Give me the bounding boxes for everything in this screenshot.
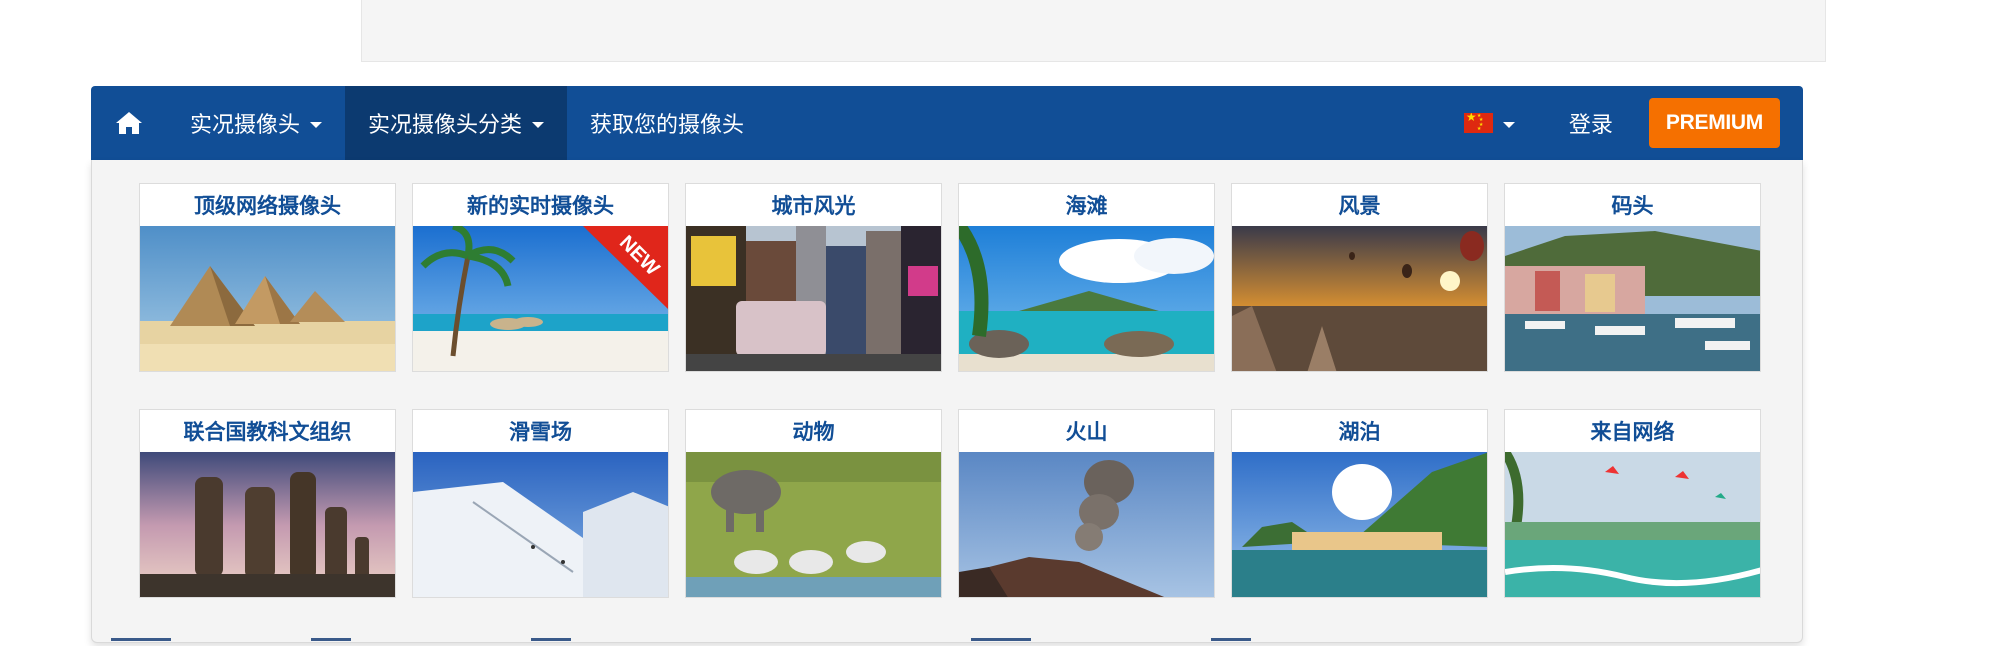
category-tile-new-webcams[interactable]: 新的实时摄像头 NEW: [412, 183, 669, 372]
categories-dropdown: 顶级网络摄像头 新的实时摄像头 NEW 城市风光 海滩 风景 码头 联合国教科文…: [91, 160, 1803, 643]
category-grid: 顶级网络摄像头 新的实时摄像头 NEW 城市风光 海滩 风景 码头 联合国教科文…: [139, 183, 1761, 598]
premium-button[interactable]: PREMIUM: [1648, 98, 1780, 148]
chinese-flag-icon: ★ ★ ★ ★ ★: [1463, 113, 1493, 133]
category-tile-volcano[interactable]: 火山: [958, 409, 1215, 598]
category-title: 来自网络: [1590, 420, 1675, 444]
top-banner-area: [361, 0, 1826, 62]
beach-image: [959, 226, 1214, 371]
category-title: 海滩: [1065, 194, 1108, 218]
chevron-down-icon: [1502, 121, 1515, 128]
chevron-down-icon: [532, 121, 545, 128]
main-navbar: 实况摄像头 实况摄像头分类 获取您的摄像头 ★ ★ ★ ★ ★ 登录 PREMI…: [91, 86, 1803, 160]
background-page-fragment: [111, 638, 1251, 641]
category-tile-ski-resort[interactable]: 滑雪场: [412, 409, 669, 598]
chevron-down-icon: [310, 121, 323, 128]
nav-live-webcams[interactable]: 实况摄像头: [167, 86, 345, 160]
safari-animals-image: [686, 452, 941, 597]
landscape-balloons-image: [1232, 226, 1487, 371]
home-button[interactable]: [91, 86, 167, 160]
volcano-image: [959, 452, 1214, 597]
category-title: 火山: [1065, 420, 1108, 444]
category-title: 湖泊: [1338, 420, 1381, 444]
city-street-image: [686, 226, 941, 371]
lake-village-image: [1232, 452, 1487, 597]
moai-statues-image: [140, 452, 395, 597]
category-title: 联合国教科文组织: [183, 420, 352, 444]
category-tile-cityscape[interactable]: 城市风光: [685, 183, 942, 372]
language-selector[interactable]: ★ ★ ★ ★ ★: [1446, 86, 1533, 160]
ski-slope-image: [413, 452, 668, 597]
home-icon: [116, 112, 142, 134]
kitesurf-beach-image: [1505, 452, 1760, 597]
category-tile-animals[interactable]: 动物: [685, 409, 942, 598]
category-title: 风景: [1338, 194, 1381, 218]
category-title: 顶级网络摄像头: [194, 194, 341, 218]
category-title: 城市风光: [771, 194, 856, 218]
category-title: 新的实时摄像头: [467, 194, 614, 218]
category-tile-lakes[interactable]: 湖泊: [1231, 409, 1488, 598]
tropical-beach-image: NEW: [413, 226, 668, 371]
category-tile-harbor[interactable]: 码头: [1504, 183, 1761, 372]
nav-get-your-webcam-label: 获取您的摄像头: [590, 113, 745, 138]
pyramids-image: [140, 226, 395, 371]
category-title: 码头: [1611, 194, 1654, 218]
nav-webcam-categories-label: 实况摄像头分类: [368, 113, 523, 138]
login-link[interactable]: 登录: [1547, 107, 1635, 139]
nav-live-webcams-label: 实况摄像头: [190, 113, 301, 138]
category-title: 动物: [792, 420, 835, 444]
nav-webcam-categories[interactable]: 实况摄像头分类: [345, 86, 568, 160]
category-tile-landscape[interactable]: 风景: [1231, 183, 1488, 372]
category-title: 滑雪场: [509, 420, 572, 444]
category-tile-from-web[interactable]: 来自网络: [1504, 409, 1761, 598]
category-tile-unesco[interactable]: 联合国教科文组织: [139, 409, 396, 598]
harbor-image: [1505, 226, 1760, 371]
category-tile-beach[interactable]: 海滩: [958, 183, 1215, 372]
category-tile-top-webcams[interactable]: 顶级网络摄像头: [139, 183, 396, 372]
nav-get-your-webcam[interactable]: 获取您的摄像头: [567, 86, 767, 160]
